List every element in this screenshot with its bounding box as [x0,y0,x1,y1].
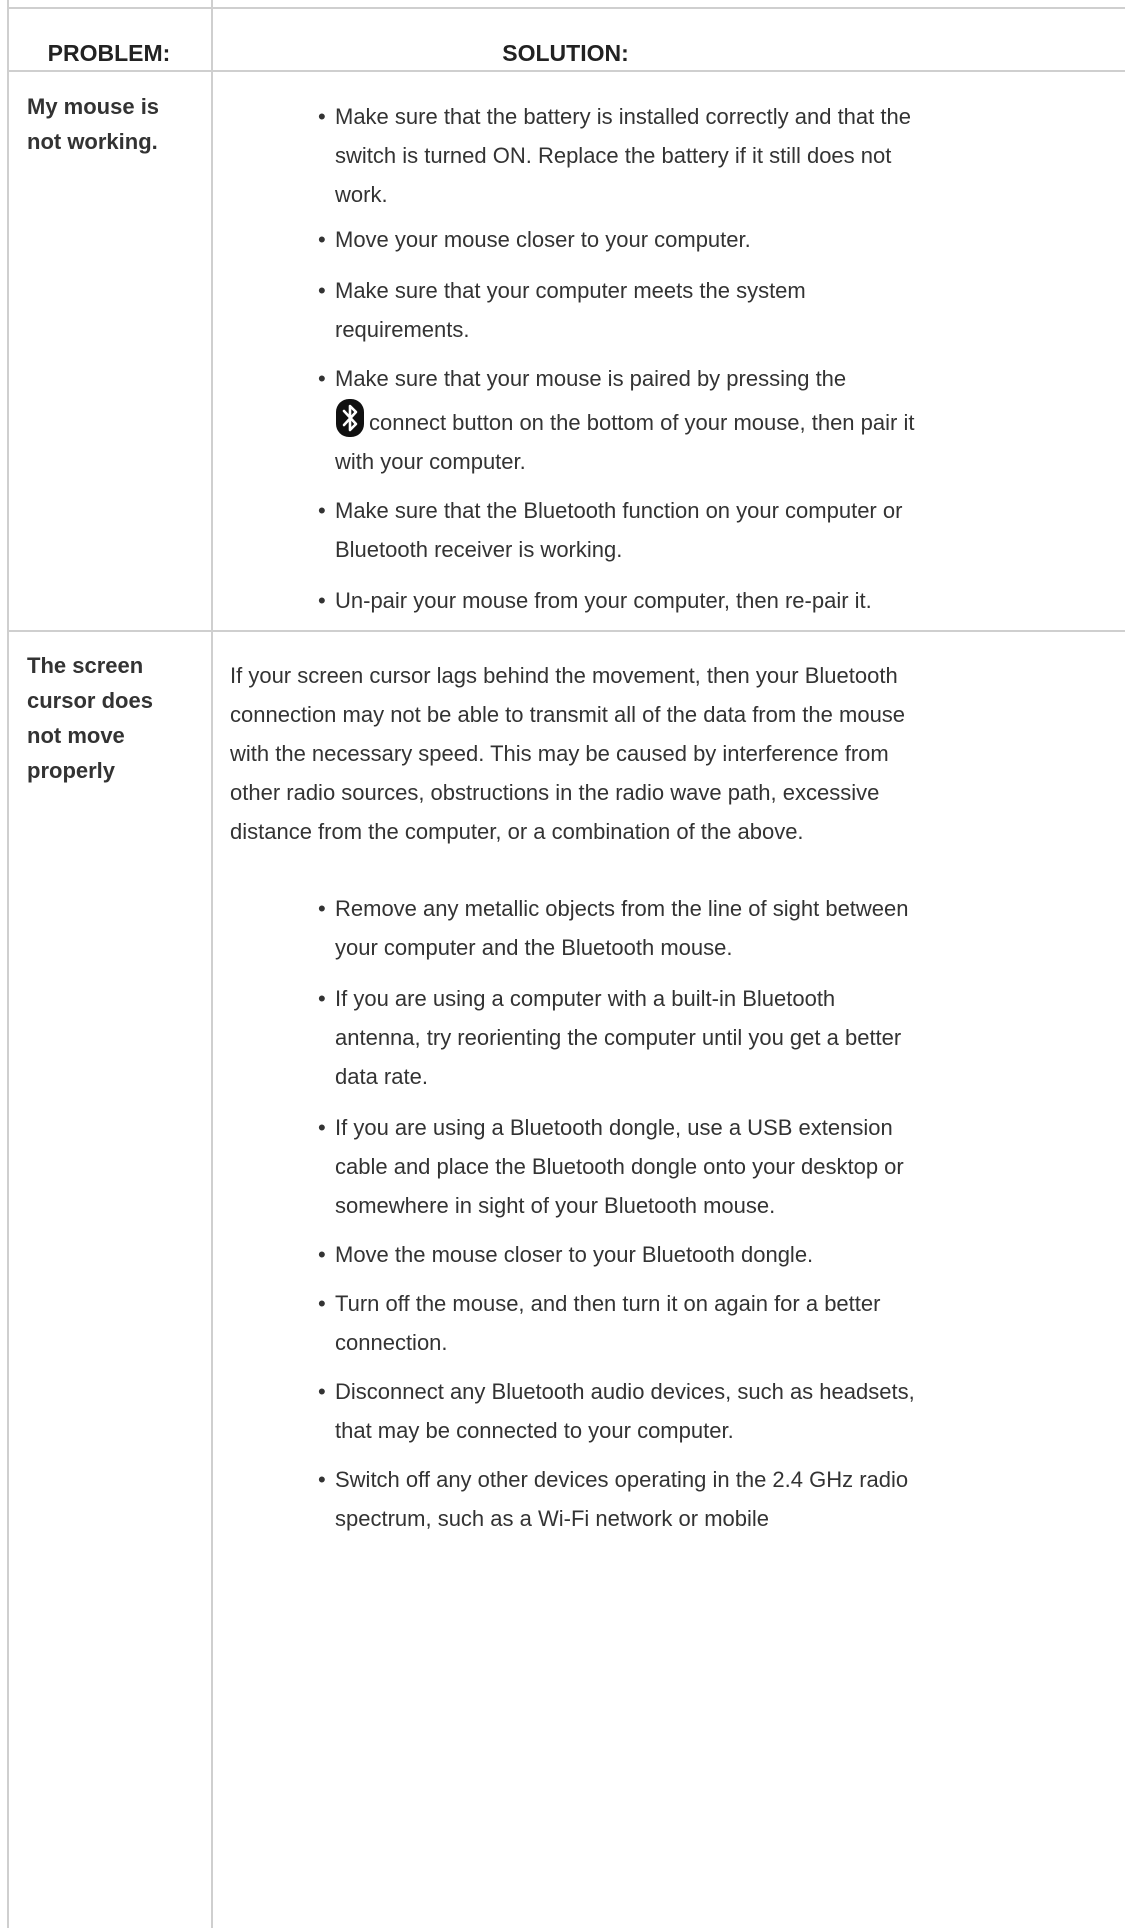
list-item: Disconnect any Bluetooth audio devices, … [318,1372,918,1450]
list-item: If you are using a computer with a built… [318,979,918,1096]
pairing-text-after: connect button on the bottom of your mou… [335,410,915,474]
list-item: Un-pair your mouse from your computer, t… [318,581,918,620]
list-item: Remove any metallic objects from the lin… [318,889,918,967]
row-1-solution-list: Make sure that the battery is installed … [318,97,918,620]
list-item: Move the mouse closer to your Bluetooth … [318,1235,918,1274]
row-2-problem: The screen cursor does not move properly [27,653,153,783]
row-1-problem: My mouse is not working. [27,94,160,154]
table-border-top [7,7,1125,9]
header-problem: PROBLEM: [47,40,171,66]
list-item: Move your mouse closer to your computer. [318,220,918,259]
table-header-divider [7,70,1125,72]
header-solution: SOLUTION: [502,40,629,66]
list-item: Turn off the mouse, and then turn it on … [318,1284,918,1362]
list-item: Make sure that your mouse is paired by p… [318,359,918,481]
row-2-solution-list: Remove any metallic objects from the lin… [318,889,918,1538]
list-item: Make sure that the Bluetooth function on… [318,491,918,569]
list-item: Switch off any other devices operating i… [318,1460,918,1538]
table-border-left [7,0,9,1928]
pairing-text-before: Make sure that your mouse is paired by p… [335,366,847,391]
list-item: If you are using a Bluetooth dongle, use… [318,1108,918,1225]
row-2-solution-paragraph: If your screen cursor lags behind the mo… [230,663,906,844]
table-row-divider [7,630,1125,632]
table-column-divider [211,0,213,1928]
troubleshooting-table: PROBLEM: SOLUTION: My mouse is not worki… [0,0,1125,1928]
bluetooth-icon [336,399,364,437]
list-item: Make sure that the battery is installed … [318,97,918,214]
list-item: Make sure that your computer meets the s… [318,271,918,349]
